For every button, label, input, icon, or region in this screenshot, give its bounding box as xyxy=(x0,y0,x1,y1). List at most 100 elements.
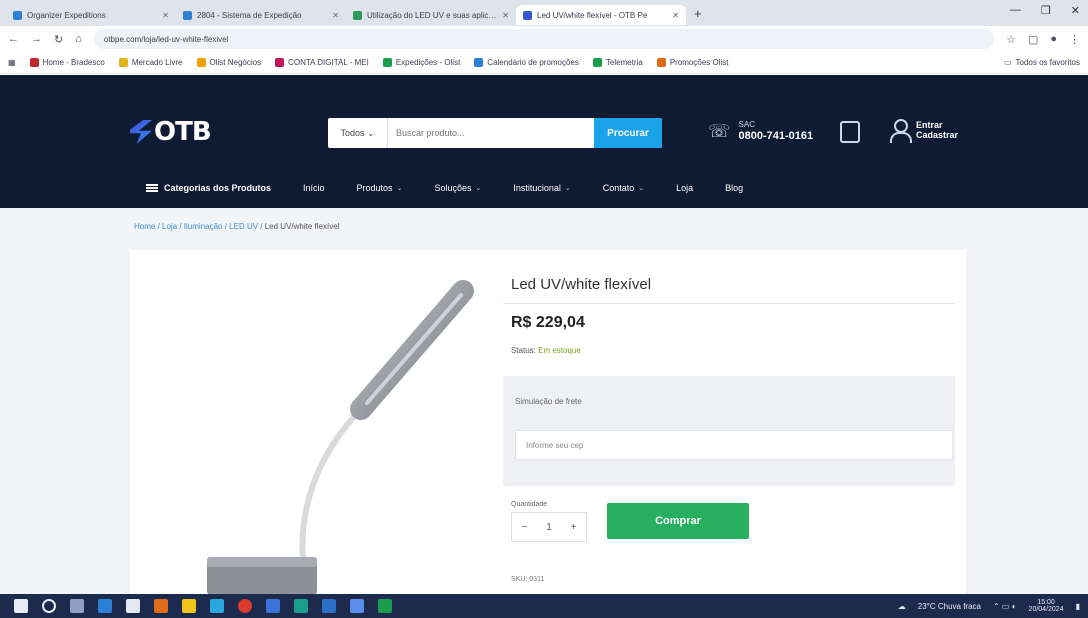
breadcrumb-path[interactable]: Home / Loja / Iluminação / LED UV / xyxy=(134,222,265,231)
search-icon[interactable] xyxy=(42,599,56,613)
tray-icons[interactable]: ⌃ ▭ ◐ xyxy=(993,602,1017,611)
nav-item-solucoes[interactable]: Soluções ⌄ xyxy=(434,183,481,193)
back-icon[interactable]: ← xyxy=(8,33,19,45)
minimize-icon[interactable]: — xyxy=(1010,4,1021,17)
increase-button[interactable]: + xyxy=(571,522,577,533)
phone-contact: ☏ SAC 0800-741-0161 xyxy=(708,120,814,142)
close-icon[interactable]: ✕ xyxy=(502,11,509,20)
home-icon[interactable]: ⌂ xyxy=(75,33,82,45)
apps-icon[interactable]: ▦ xyxy=(8,58,16,67)
bookmark-favicon-icon xyxy=(382,58,392,67)
task-view-icon[interactable] xyxy=(70,599,84,613)
app-icon[interactable] xyxy=(210,599,224,613)
close-icon[interactable]: ✕ xyxy=(332,11,339,20)
maximize-icon[interactable]: ❐ xyxy=(1041,4,1051,17)
buy-button[interactable]: Comprar xyxy=(607,503,749,539)
all-bookmarks[interactable]: ▭ Todos os favoritos xyxy=(1004,58,1080,67)
start-icon[interactable] xyxy=(14,599,28,613)
tab-favicon-icon xyxy=(183,10,192,20)
browser-tab[interactable]: Organizer Expeditions ✕ xyxy=(6,5,176,25)
menu-icon[interactable]: ⋮ xyxy=(1069,33,1080,46)
cart-icon[interactable] xyxy=(840,121,860,143)
stock-status-value: Em estoque xyxy=(538,346,581,355)
close-icon[interactable]: ✕ xyxy=(162,11,169,20)
quantity-stepper: − 1 + xyxy=(511,512,587,542)
divider xyxy=(503,303,955,304)
bookmark-item[interactable]: Olist Negócios xyxy=(196,58,261,67)
tab-title: Utilização do LED UV e suas aplicações xyxy=(367,10,498,20)
bookmark-favicon-icon xyxy=(474,58,484,67)
phone-number: 0800-741-0161 xyxy=(738,129,814,142)
notifications-icon[interactable]: ▮ xyxy=(1076,602,1080,611)
nav-item-inicio[interactable]: Início xyxy=(303,183,325,193)
nav-item-institucional[interactable]: Institucional ⌄ xyxy=(513,183,570,193)
browser-tab-active[interactable]: Led UV/white flexível - OTB Pe ✕ xyxy=(516,5,686,25)
forward-icon[interactable]: → xyxy=(31,33,42,45)
breadcrumb-current: Led UV/white flexível xyxy=(264,222,340,231)
weather-icon[interactable]: ☁ xyxy=(898,602,906,611)
tab-favicon-icon xyxy=(13,10,22,20)
bookmark-favicon-icon xyxy=(592,58,602,67)
bookmark-item[interactable]: Home - Bradesco xyxy=(29,58,105,67)
login-label: Entrar xyxy=(916,119,943,130)
nav-item-loja[interactable]: Loja xyxy=(676,183,693,193)
address-bar-row: ← → ↻ ⌂ otbpe.com/loja/led-uv-white-flex… xyxy=(0,26,1088,52)
tab-title: 2804 - Sistema de Expedição xyxy=(197,10,302,20)
account-link[interactable]: Entrar Cadastrar xyxy=(890,119,958,143)
app-icon[interactable] xyxy=(350,599,364,613)
new-tab-button[interactable]: + xyxy=(694,6,702,21)
site-logo[interactable]: OTB xyxy=(130,117,212,147)
app-icon[interactable] xyxy=(154,599,168,613)
tab-title: Organizer Expeditions xyxy=(27,10,106,20)
app-icon[interactable] xyxy=(322,599,336,613)
phone-icon: ☏ xyxy=(708,121,731,141)
profile-icon[interactable]: ● xyxy=(1050,33,1057,45)
app-icon[interactable] xyxy=(98,599,112,613)
nav-item-contato[interactable]: Contato ⌄ xyxy=(603,183,644,193)
app-icon[interactable] xyxy=(126,599,140,613)
bookmark-item[interactable]: Calendário de promoções xyxy=(474,58,579,67)
chevron-down-icon: ⌄ xyxy=(638,185,645,192)
chevron-down-icon: ⌄ xyxy=(396,185,403,192)
close-window-icon[interactable]: ✕ xyxy=(1071,4,1080,17)
star-icon[interactable]: ☆ xyxy=(1006,33,1016,46)
search-button[interactable]: Procurar xyxy=(594,118,662,148)
search-input[interactable] xyxy=(388,118,594,148)
zip-code-input[interactable]: Informe seu cep xyxy=(515,430,953,460)
browser-tab[interactable]: 2804 - Sistema de Expedição ✕ xyxy=(176,5,346,25)
tab-favicon-icon xyxy=(523,10,532,20)
quantity-value[interactable]: 1 xyxy=(546,522,552,533)
decrease-button[interactable]: − xyxy=(521,522,527,533)
bookmark-item[interactable]: Telemetria xyxy=(592,58,643,67)
product-image xyxy=(207,280,474,595)
system-clock[interactable]: 15:00 20/04/2024 xyxy=(1029,599,1064,614)
nav-item-blog[interactable]: Blog xyxy=(725,183,743,193)
nav-item-produtos[interactable]: Produtos ⌄ xyxy=(357,183,403,193)
window-controls: — ❐ ✕ xyxy=(1010,4,1080,17)
weather-text[interactable]: 23°C Chuva fraca xyxy=(918,602,981,611)
logo-mark-icon xyxy=(130,120,152,144)
bookmarks-bar: ▦ Home - Bradesco Mercado Livre Olist Ne… xyxy=(0,52,1088,74)
bookmark-item[interactable]: Expedições - Olist xyxy=(382,58,460,67)
windows-taskbar: ☁ 23°C Chuva fraca ⌃ ▭ ◐ 15:00 20/04/202… xyxy=(0,594,1088,618)
close-icon[interactable]: ✕ xyxy=(672,11,679,20)
tab-favicon-icon xyxy=(353,10,362,20)
tab-title: Led UV/white flexível - OTB Pe xyxy=(537,10,648,20)
app-icon[interactable] xyxy=(182,599,196,613)
reload-icon[interactable]: ↻ xyxy=(54,33,63,46)
app-icon[interactable] xyxy=(294,599,308,613)
bookmark-item[interactable]: Mercado Livre xyxy=(118,58,183,67)
breadcrumb[interactable]: Home / Loja / Iluminação / LED UV / Led … xyxy=(134,222,339,231)
chrome-icon[interactable] xyxy=(238,599,252,613)
url-text: otbpe.com/loja/led-uv-white-flexivel xyxy=(103,34,229,44)
app-icon[interactable] xyxy=(378,599,392,613)
bookmark-item[interactable]: CONTA DIGITAL - MEI xyxy=(275,58,369,67)
app-icon[interactable] xyxy=(266,599,280,613)
chevron-down-icon: ⌄ xyxy=(475,185,482,192)
all-categories-menu[interactable]: Categorias dos Produtos xyxy=(146,183,271,193)
bookmark-item[interactable]: Promoções Olist xyxy=(656,58,729,67)
extensions-icon[interactable]: ▢ xyxy=(1028,33,1038,46)
search-category-select[interactable]: Todos ⌄ xyxy=(328,118,388,148)
browser-tab[interactable]: Utilização do LED UV e suas aplicações ✕ xyxy=(346,5,516,25)
url-field[interactable]: otbpe.com/loja/led-uv-white-flexivel xyxy=(93,29,995,49)
